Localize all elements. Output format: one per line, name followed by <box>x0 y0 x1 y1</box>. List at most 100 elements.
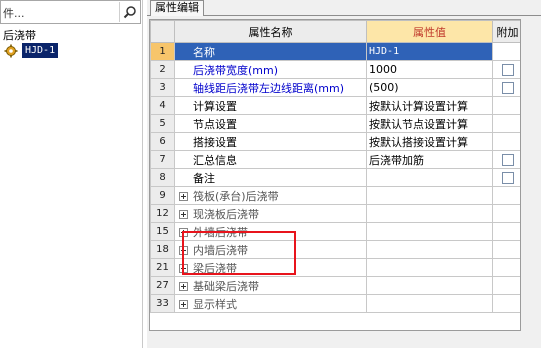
tree-item-hjd-1[interactable]: HJD-1 <box>4 43 59 58</box>
property-value-cell[interactable] <box>366 294 493 313</box>
search-input[interactable]: 件... <box>0 0 141 24</box>
property-name-cell[interactable]: 汇总信息 <box>174 150 367 169</box>
property-name-cell[interactable]: 搭接设置 <box>174 132 367 151</box>
property-value-cell[interactable] <box>366 276 493 295</box>
header-property-value[interactable]: 属性值 <box>366 20 493 43</box>
gear-icon <box>4 44 18 57</box>
expand-plus-icon[interactable] <box>179 246 188 255</box>
extra-cell <box>492 96 520 115</box>
row-number: 1 <box>150 42 175 61</box>
header-property-name[interactable]: 属性名称 <box>174 20 367 43</box>
extra-cell <box>492 294 520 313</box>
vertical-scrollbar[interactable] <box>523 19 539 331</box>
table-row[interactable]: 1 名称 HJD-1 <box>150 42 520 61</box>
row-number: 21 <box>150 258 175 277</box>
expand-plus-icon[interactable] <box>179 228 188 237</box>
property-name-label: 计算设置 <box>193 99 237 113</box>
attach-checkbox[interactable] <box>501 64 514 76</box>
expand-plus-icon[interactable] <box>179 282 188 291</box>
property-name-label: 汇总信息 <box>193 153 237 167</box>
grid-header-row: 属性名称 属性值 附加 <box>150 20 520 43</box>
search-button[interactable] <box>119 2 139 22</box>
expand-plus-icon[interactable] <box>179 264 188 273</box>
property-value-cell[interactable] <box>366 204 493 223</box>
expand-plus-icon[interactable] <box>179 192 188 201</box>
table-row[interactable]: 2 后浇带宽度(mm) 1000 <box>150 60 520 79</box>
extra-cell <box>492 276 520 295</box>
extra-cell <box>492 132 520 151</box>
table-row[interactable]: 4 计算设置 按默认计算设置计算 <box>150 96 520 115</box>
table-row[interactable]: 5 节点设置 按默认节点设置计算 <box>150 114 520 133</box>
table-row[interactable]: 3 轴线距后浇带左边线距离(mm) (500) <box>150 78 520 97</box>
attach-checkbox[interactable] <box>501 82 514 94</box>
property-name-label: 备注 <box>193 171 215 185</box>
extra-cell <box>492 240 520 259</box>
tab-property-edit[interactable]: 属性编辑 <box>150 0 204 16</box>
property-value-cell[interactable]: HJD-1 <box>366 42 493 61</box>
property-name-cell[interactable]: 备注 <box>174 168 367 187</box>
property-name-cell[interactable]: 基础梁后浇带 <box>174 276 367 295</box>
property-value-cell[interactable]: 后浇带加筋 <box>366 150 493 169</box>
expand-plus-icon[interactable] <box>179 210 188 219</box>
row-number: 27 <box>150 276 175 295</box>
attach-checkbox[interactable] <box>501 172 514 184</box>
row-number: 15 <box>150 222 175 241</box>
extra-cell[interactable] <box>492 78 520 97</box>
table-row[interactable]: 8 备注 <box>150 168 520 187</box>
property-value-cell[interactable] <box>366 222 493 241</box>
header-corner <box>150 20 175 43</box>
property-value-cell[interactable]: 按默认搭接设置计算 <box>366 132 493 151</box>
tree-root-post-cast-strip[interactable]: 后浇带 <box>3 27 36 43</box>
row-number: 4 <box>150 96 175 115</box>
table-row[interactable]: 27 基础梁后浇带 <box>150 276 520 295</box>
property-name-cell[interactable]: 外墙后浇带 <box>174 222 367 241</box>
extra-cell[interactable] <box>492 168 520 187</box>
property-value-cell[interactable]: 按默认节点设置计算 <box>366 114 493 133</box>
table-row[interactable]: 9 筏板(承台)后浇带 <box>150 186 520 205</box>
property-value-cell[interactable] <box>366 258 493 277</box>
property-name-cell[interactable]: 节点设置 <box>174 114 367 133</box>
property-name-cell[interactable]: 后浇带宽度(mm) <box>174 60 367 79</box>
property-name-label: 梁后浇带 <box>193 261 237 275</box>
property-name-label: 搭接设置 <box>193 135 237 149</box>
table-row[interactable]: 6 搭接设置 按默认搭接设置计算 <box>150 132 520 151</box>
property-value-cell[interactable]: (500) <box>366 78 493 97</box>
property-value-cell[interactable]: 按默认计算设置计算 <box>366 96 493 115</box>
table-row[interactable]: 7 汇总信息 后浇带加筋 <box>150 150 520 169</box>
extra-cell <box>492 222 520 241</box>
property-name-label: 现浇板后浇带 <box>193 207 259 221</box>
property-name-cell[interactable]: 内墙后浇带 <box>174 240 367 259</box>
tab-strip: 属性编辑 <box>147 0 541 16</box>
table-row[interactable]: 15 外墙后浇带 <box>150 222 520 241</box>
property-name-label: 显示样式 <box>193 297 237 311</box>
search-placeholder: 件... <box>3 7 25 20</box>
property-name-cell[interactable]: 轴线距后浇带左边线距离(mm) <box>174 78 367 97</box>
property-name-label: 内墙后浇带 <box>193 243 248 257</box>
property-value-cell[interactable] <box>366 186 493 205</box>
row-number: 12 <box>150 204 175 223</box>
property-name-cell[interactable]: 现浇板后浇带 <box>174 204 367 223</box>
property-name-cell[interactable]: 筏板(承台)后浇带 <box>174 186 367 205</box>
row-number: 6 <box>150 132 175 151</box>
extra-cell[interactable] <box>492 60 520 79</box>
row-number: 18 <box>150 240 175 259</box>
property-name-cell[interactable]: 显示样式 <box>174 294 367 313</box>
property-value-cell[interactable] <box>366 168 493 187</box>
row-number: 5 <box>150 114 175 133</box>
property-name-cell[interactable]: 计算设置 <box>174 96 367 115</box>
table-row[interactable]: 33 显示样式 <box>150 294 520 313</box>
extra-cell[interactable] <box>492 150 520 169</box>
property-name-cell[interactable]: 梁后浇带 <box>174 258 367 277</box>
table-row[interactable]: 12 现浇板后浇带 <box>150 204 520 223</box>
property-value-cell[interactable] <box>366 240 493 259</box>
property-name-cell[interactable]: 名称 <box>174 42 367 61</box>
header-extra[interactable]: 附加 <box>492 20 520 43</box>
expand-plus-icon[interactable] <box>179 300 188 309</box>
table-row[interactable]: 18 内墙后浇带 <box>150 240 520 259</box>
property-name-label: 筏板(承台)后浇带 <box>193 189 279 203</box>
table-row[interactable]: 21 梁后浇带 <box>150 258 520 277</box>
row-number: 33 <box>150 294 175 313</box>
attach-checkbox[interactable] <box>501 154 514 166</box>
row-number: 2 <box>150 60 175 79</box>
property-value-cell[interactable]: 1000 <box>366 60 493 79</box>
